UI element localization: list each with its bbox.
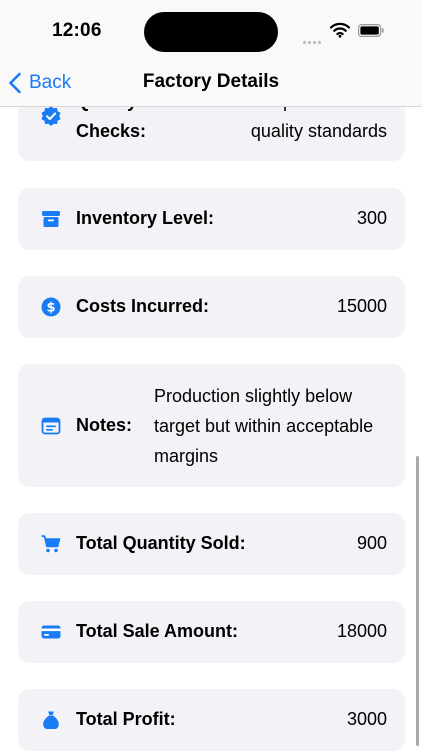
checkmark-seal-icon (41, 106, 61, 126)
detail-row-profit: Total Profit: 3000 (18, 689, 405, 751)
battery-icon (358, 24, 384, 38)
notes-label: Notes: (76, 415, 133, 435)
cellular-signal-icon (303, 31, 323, 44)
cart-icon (41, 534, 61, 554)
costs-value: 15000 (336, 296, 387, 316)
profit-label: Total Profit: (76, 709, 176, 729)
navigation-bar: Back Factory Details (0, 62, 422, 107)
inventory-label: Inventory Level: (76, 208, 215, 228)
page-title: Factory Details (142, 71, 280, 92)
wifi-icon (329, 22, 351, 38)
detail-row-notes: Notes: Production slightly below target … (18, 364, 405, 487)
sale-amount-label: Total Sale Amount: (76, 621, 238, 641)
sale-amount-value: 18000 (336, 621, 387, 641)
detail-row-quantity-sold: Total Quantity Sold: 900 (18, 513, 405, 575)
scroll-indicator[interactable] (416, 456, 419, 746)
archive-box-icon (41, 209, 61, 229)
detail-row-inventory: Inventory Level: 300 (18, 188, 405, 250)
note-icon (41, 416, 61, 436)
money-bag-icon (41, 710, 61, 730)
inventory-value: 300 (356, 208, 387, 228)
status-time: 12:06 (52, 20, 102, 41)
details-scroll-view[interactable]: Quality Control Checks: All products met… (0, 0, 422, 751)
detail-row-sale-amount: Total Sale Amount: 18000 (18, 601, 405, 663)
dynamic-island (144, 12, 278, 52)
quantity-sold-label: Total Quantity Sold: (76, 533, 246, 553)
dollar-circle-icon: $ (41, 297, 61, 317)
status-bar: 12:06 (0, 0, 422, 62)
quantity-sold-value: 900 (356, 533, 387, 553)
credit-card-icon (41, 622, 61, 642)
costs-label: Costs Incurred: (76, 296, 210, 316)
notes-value: Production slightly below target but wit… (154, 386, 374, 466)
svg-text:$: $ (46, 301, 55, 316)
detail-row-costs: $ Costs Incurred: 15000 (18, 276, 405, 338)
profit-value: 3000 (346, 709, 387, 729)
